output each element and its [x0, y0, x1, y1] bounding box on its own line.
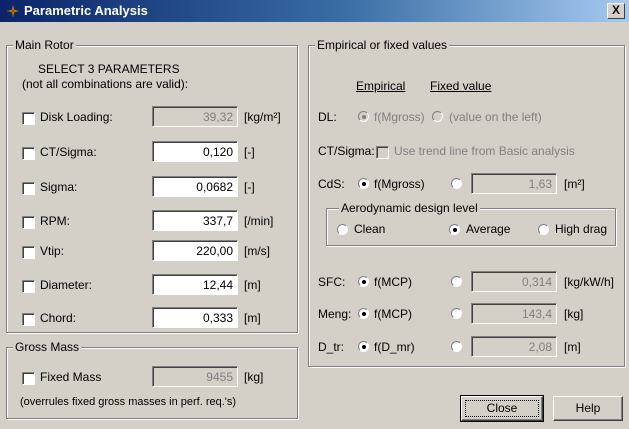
cds-unit: [m²] [564, 177, 585, 191]
cds-empirical-label: f(Mgross) [374, 177, 425, 191]
meng-empirical-label: f(MCP) [374, 307, 412, 321]
app-icon [6, 4, 20, 18]
disk-loading-checkbox[interactable] [22, 112, 35, 125]
ct-sigma-checkbox[interactable] [22, 147, 35, 160]
rpm-checkbox[interactable] [22, 216, 35, 229]
chord-checkbox[interactable] [22, 313, 35, 326]
dl-fixed-radio [432, 111, 443, 122]
sigma-unit: [-] [244, 180, 255, 194]
dl-label: DL: [318, 110, 337, 124]
aero-high-drag-label: High drag [555, 222, 608, 236]
dtr-label: D_tr: [318, 340, 345, 354]
diameter-unit: [m] [244, 278, 261, 292]
ct-sigma-label: CT/Sigma: [40, 145, 97, 159]
diameter-checkbox[interactable] [22, 280, 35, 293]
meng-fixed-field: 143,4 [471, 303, 557, 324]
dl-empirical-label: f(Mgross) [374, 110, 425, 124]
dtr-empirical-radio[interactable] [358, 341, 369, 352]
select-parameters-subheading: (not all combinations are valid): [22, 77, 189, 91]
help-button[interactable]: Help [553, 396, 623, 421]
fixed-mass-note: (overrules fixed gross masses in perf. r… [20, 396, 237, 408]
aero-high-drag-radio[interactable] [538, 224, 549, 235]
trend-line-checkbox [376, 146, 389, 159]
meng-unit: [kg] [564, 307, 584, 321]
aero-average-radio[interactable] [449, 224, 460, 235]
meng-empirical-radio[interactable] [358, 308, 369, 319]
close-button-focus-rect [465, 400, 539, 417]
empirical-column-header: Empirical [356, 79, 406, 93]
fixed-value-column-header: Fixed value [430, 79, 492, 93]
chord-unit: [m] [244, 311, 261, 325]
dtr-unit: [m] [564, 340, 581, 354]
title-bar: Parametric Analysis X [0, 0, 629, 22]
vtip-label: Vtip: [40, 244, 65, 258]
ct-sigma-unit: [-] [244, 145, 255, 159]
dtr-fixed-radio[interactable] [451, 341, 462, 352]
disk-loading-unit: [kg/m²] [244, 110, 281, 124]
vtip-unit: [m/s] [244, 244, 270, 258]
aero-average-label: Average [466, 222, 511, 236]
sfc-fixed-field: 0,314 [471, 271, 557, 292]
aero-clean-label: Clean [354, 222, 386, 236]
vtip-field[interactable]: 220,00 [152, 240, 238, 261]
aero-clean-radio[interactable] [337, 224, 348, 235]
sfc-label: SFC: [318, 275, 346, 289]
meng-fixed-radio[interactable] [451, 308, 462, 319]
select-parameters-heading: SELECT 3 PARAMETERS [38, 62, 180, 76]
diameter-field[interactable]: 12,44 [152, 274, 238, 295]
chord-field[interactable]: 0,333 [152, 307, 238, 328]
cds-empirical-radio[interactable] [358, 178, 369, 189]
aero-design-legend: Aerodynamic design level [339, 201, 480, 215]
fixed-mass-field: 9455 [152, 366, 238, 387]
cds-fixed-field: 1,63 [471, 173, 557, 194]
disk-loading-label: Disk Loading: [40, 110, 113, 124]
sigma-label: Sigma: [40, 180, 78, 194]
dl-fixed-label: (value on the left) [449, 110, 542, 124]
fixed-mass-label: Fixed Mass [40, 370, 102, 384]
sfc-unit: [kg/kW/h] [564, 275, 615, 289]
dtr-empirical-label: f(D_mr) [374, 340, 415, 354]
close-icon[interactable]: X [607, 3, 625, 19]
cds-fixed-radio[interactable] [451, 178, 462, 189]
window-title: Parametric Analysis [24, 3, 148, 18]
gross-mass-legend: Gross Mass [13, 340, 82, 354]
cds-label: CdS: [318, 177, 345, 191]
trend-line-label: Use trend line from Basic analysis [394, 144, 575, 158]
sigma-checkbox[interactable] [22, 182, 35, 195]
fixed-mass-unit: [kg] [244, 370, 264, 384]
dl-empirical-radio [358, 111, 369, 122]
rpm-field[interactable]: 337,7 [152, 210, 238, 231]
disk-loading-field: 39,32 [152, 106, 238, 127]
ct-sigma-field[interactable]: 0,120 [152, 141, 238, 162]
rpm-label: RPM: [40, 214, 70, 228]
diameter-label: Diameter: [40, 278, 93, 292]
fixed-mass-checkbox[interactable] [22, 372, 35, 385]
sigma-field[interactable]: 0,0682 [152, 176, 238, 197]
dtr-fixed-field: 2,08 [471, 336, 557, 357]
sfc-empirical-label: f(MCP) [374, 275, 412, 289]
meng-label: Meng: [318, 307, 352, 321]
help-button-label: Help [575, 401, 601, 415]
sfc-fixed-radio[interactable] [451, 276, 462, 287]
rpm-unit: [/min] [244, 214, 274, 228]
main-rotor-legend: Main Rotor [13, 38, 76, 52]
close-button[interactable]: Close [460, 395, 544, 422]
ct-sigma-trend-label: CT/Sigma: [318, 144, 375, 158]
empirical-legend: Empirical or fixed values [315, 38, 450, 52]
sfc-empirical-radio[interactable] [358, 276, 369, 287]
vtip-checkbox[interactable] [22, 246, 35, 259]
chord-label: Chord: [40, 311, 77, 325]
